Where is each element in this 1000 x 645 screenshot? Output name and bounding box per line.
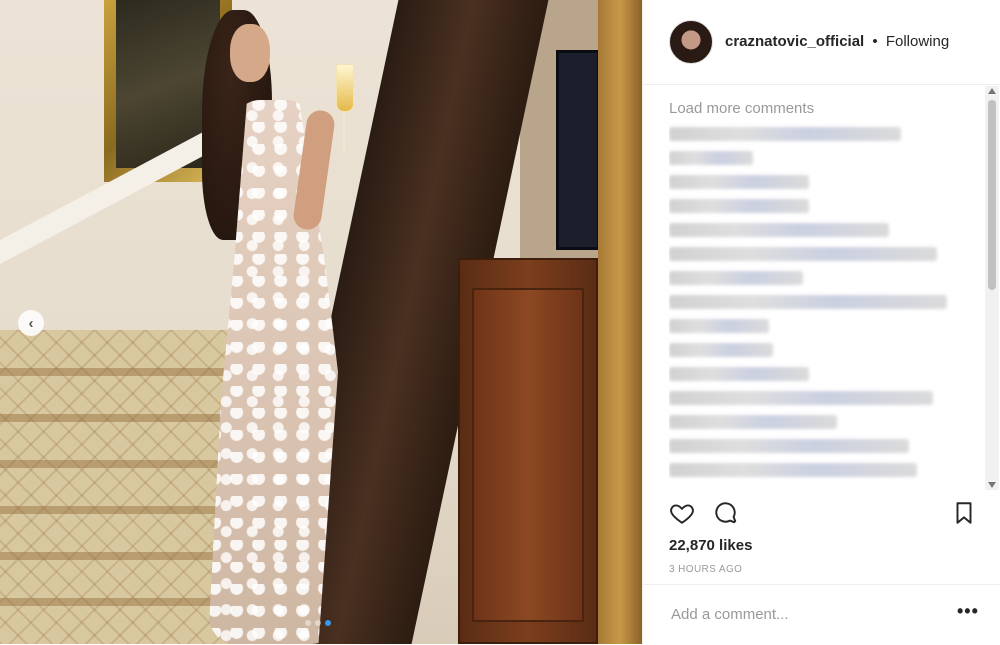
header-line: craznatovic_official • Following [725, 33, 949, 50]
scrollbar-thumb[interactable] [988, 100, 996, 290]
save-button[interactable] [951, 500, 977, 526]
post-actions [643, 490, 1000, 536]
comment-blurred [669, 199, 809, 213]
photo-cabinet [458, 258, 598, 644]
comment-blurred [669, 319, 769, 333]
comment-blurred [669, 175, 809, 189]
avatar[interactable] [669, 20, 713, 64]
comment-blurred [669, 223, 889, 237]
likes-count[interactable]: 22,870 likes [669, 537, 752, 554]
chevron-left-icon: ‹ [28, 314, 34, 332]
like-button[interactable] [669, 500, 695, 526]
carousel-dot [315, 620, 321, 626]
comment-blurred [669, 151, 753, 165]
carousel-dots [305, 620, 331, 626]
comment-blurred [669, 391, 933, 405]
comment-bubble-icon [715, 502, 737, 524]
post-header: craznatovic_official • Following [643, 0, 1000, 85]
comment-blurred [669, 415, 837, 429]
post-photo[interactable]: ‹ [0, 0, 642, 644]
post-timestamp[interactable]: 3 HOURS AGO [669, 564, 742, 575]
load-more-comments-button[interactable]: Load more comments [669, 100, 959, 117]
more-options-button[interactable]: ••• [957, 601, 979, 622]
comment-blurred [669, 367, 809, 381]
comment-button[interactable] [713, 500, 739, 526]
comments-scrollbar[interactable] [985, 86, 999, 490]
heart-outline-icon [670, 504, 694, 524]
comment-blurred [669, 271, 803, 285]
comment-blurred [669, 463, 917, 477]
comment-blurred [669, 439, 909, 453]
bookmark-icon [956, 502, 972, 524]
carousel-prev-button[interactable]: ‹ [18, 310, 44, 336]
post-sidebar: craznatovic_official • Following Load mo… [642, 0, 1000, 644]
photo-subject [200, 10, 354, 644]
photo-screen [556, 50, 600, 250]
comments-list: Load more comments [669, 96, 959, 488]
header-separator: • [872, 33, 878, 50]
following-button[interactable]: Following [886, 33, 949, 50]
comment-blurred [669, 127, 901, 141]
carousel-dot-active [325, 620, 331, 626]
comment-blurred [669, 295, 947, 309]
username-link[interactable]: craznatovic_official [725, 33, 864, 50]
scroll-down-icon[interactable] [988, 482, 996, 488]
comment-blurred [669, 247, 937, 261]
comment-input[interactable] [669, 605, 933, 624]
comment-composer: ••• [643, 584, 1000, 645]
scroll-up-icon[interactable] [988, 88, 996, 94]
comment-blurred [669, 343, 773, 357]
carousel-dot [305, 620, 311, 626]
photo-column [598, 0, 642, 644]
